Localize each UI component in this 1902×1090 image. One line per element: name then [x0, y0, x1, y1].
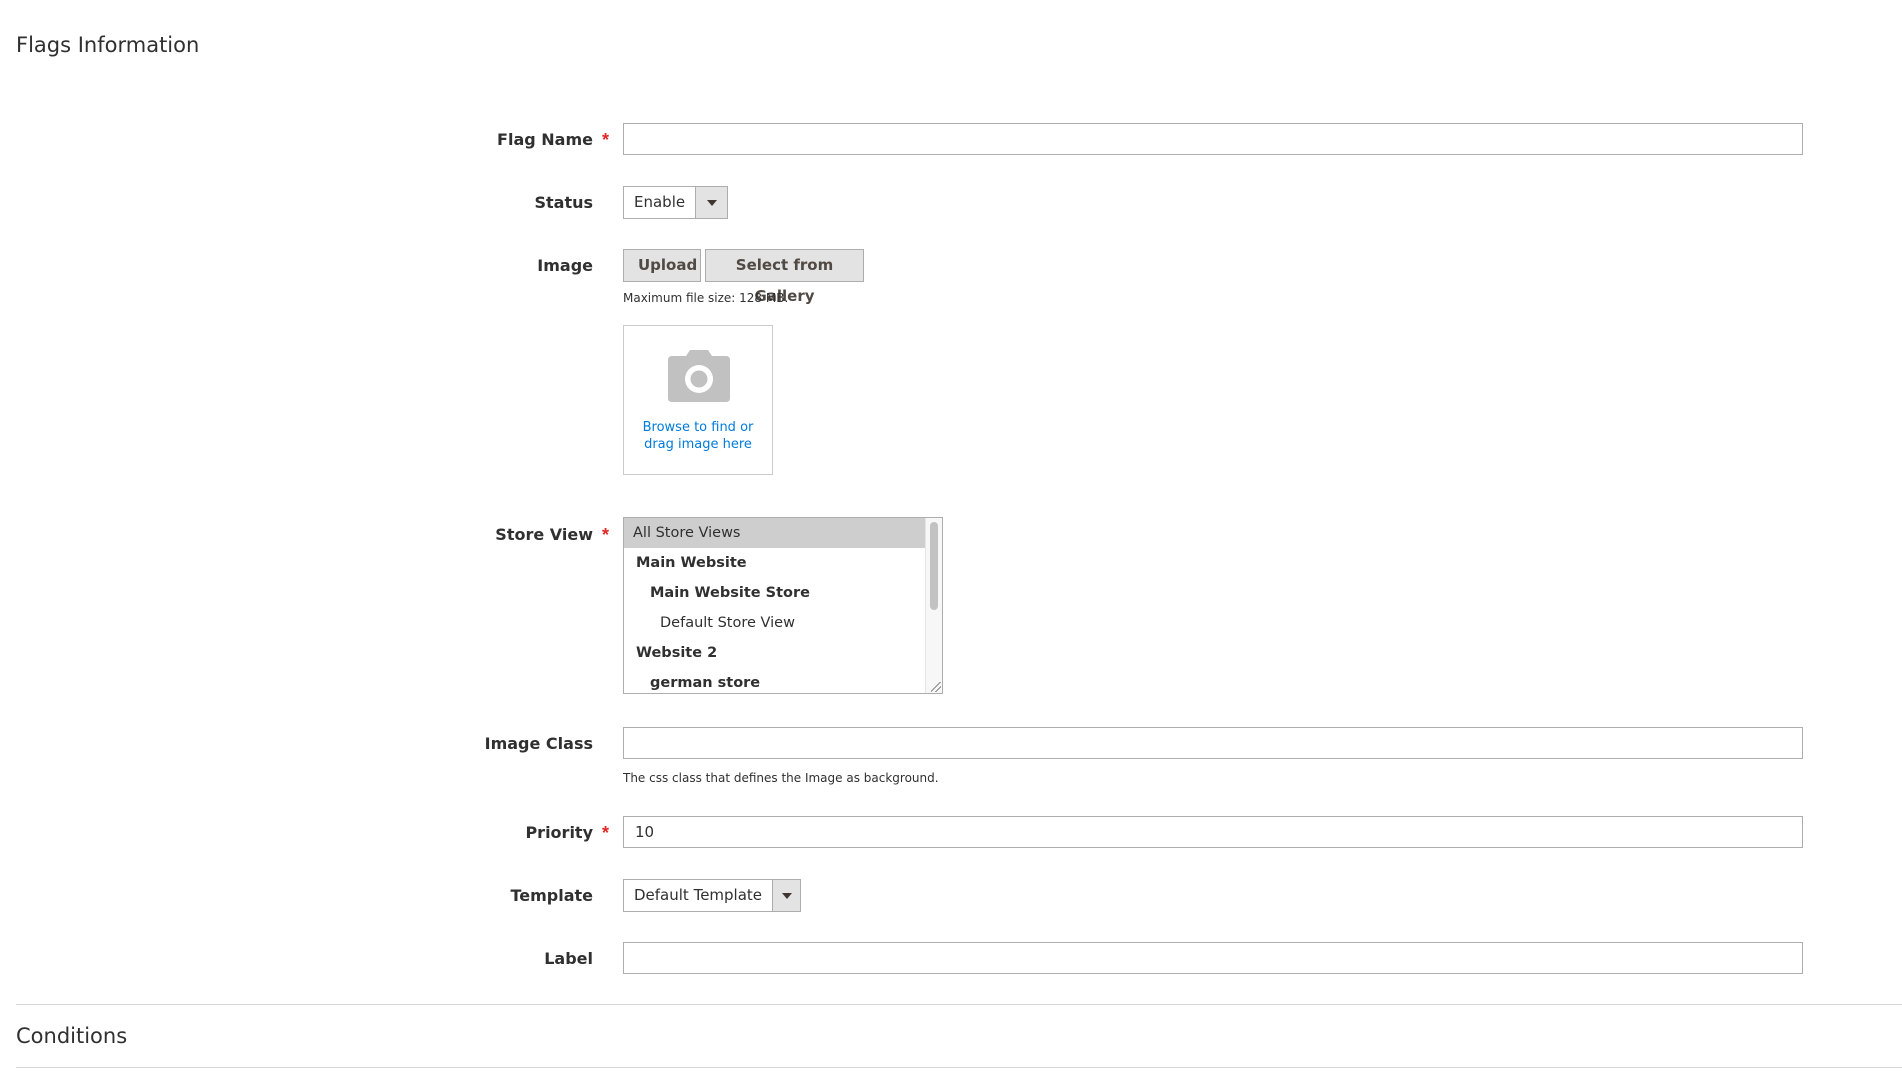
required-marker: * [602, 525, 610, 545]
status-dropdown-button[interactable] [695, 187, 727, 218]
status-select-value: Enable [634, 193, 686, 211]
dropzone-text[interactable]: Browse to find or drag image here [624, 419, 772, 453]
resize-grip-icon[interactable] [931, 682, 941, 692]
store-view-options: All Store Views Main Website Main Websit… [624, 518, 926, 693]
flag-name-input[interactable] [623, 123, 1803, 155]
triangle-down-icon [706, 199, 717, 206]
store-view-option[interactable]: All Store Views [624, 518, 926, 548]
triangle-down-icon [781, 892, 792, 899]
image-dropzone[interactable]: Browse to find or drag image here [623, 325, 773, 475]
image-class-input[interactable] [623, 727, 1803, 759]
upload-button[interactable]: Upload [623, 249, 701, 282]
priority-input[interactable] [623, 816, 1803, 848]
image-label: Image [537, 256, 593, 275]
section-title-conditions[interactable]: Conditions [16, 1024, 127, 1048]
max-file-size-note: Maximum file size: 128 MB. [623, 291, 789, 305]
image-class-label: Image Class [484, 734, 593, 753]
dropzone-text-line2: drag image here [644, 437, 752, 452]
status-label: Status [534, 193, 593, 212]
select-from-gallery-button[interactable]: Select from Gallery [705, 249, 864, 305]
store-view-label: Store View [495, 525, 593, 544]
store-view-option[interactable]: german store [624, 668, 926, 693]
section-divider [16, 1067, 1902, 1068]
dropzone-text-line1: Browse to find or [642, 420, 754, 435]
store-view-option[interactable]: Default Store View [624, 608, 926, 638]
template-label: Template [510, 886, 593, 905]
status-select[interactable]: Enable [623, 186, 728, 219]
template-select-value: Default Template [634, 886, 763, 904]
store-view-scrollbar[interactable] [925, 518, 942, 693]
priority-label: Priority [525, 823, 593, 842]
label-field-label: Label [544, 949, 593, 968]
store-view-option[interactable]: Website 2 [624, 638, 926, 668]
section-title-flags-information: Flags Information [16, 33, 200, 57]
required-marker: * [602, 130, 610, 150]
scrollbar-thumb[interactable] [930, 522, 938, 610]
section-divider [16, 1004, 1902, 1005]
template-select[interactable]: Default Template [623, 879, 801, 912]
required-marker: * [602, 823, 610, 843]
flag-name-label: Flag Name [497, 130, 593, 149]
camera-icon [668, 350, 730, 402]
image-class-note: The css class that defines the Image as … [623, 771, 939, 785]
store-view-option[interactable]: Main Website [624, 548, 926, 578]
store-view-option[interactable]: Main Website Store [624, 578, 926, 608]
template-dropdown-button[interactable] [772, 880, 800, 911]
label-input[interactable] [623, 942, 1803, 974]
store-view-multiselect[interactable]: All Store Views Main Website Main Websit… [623, 517, 943, 694]
